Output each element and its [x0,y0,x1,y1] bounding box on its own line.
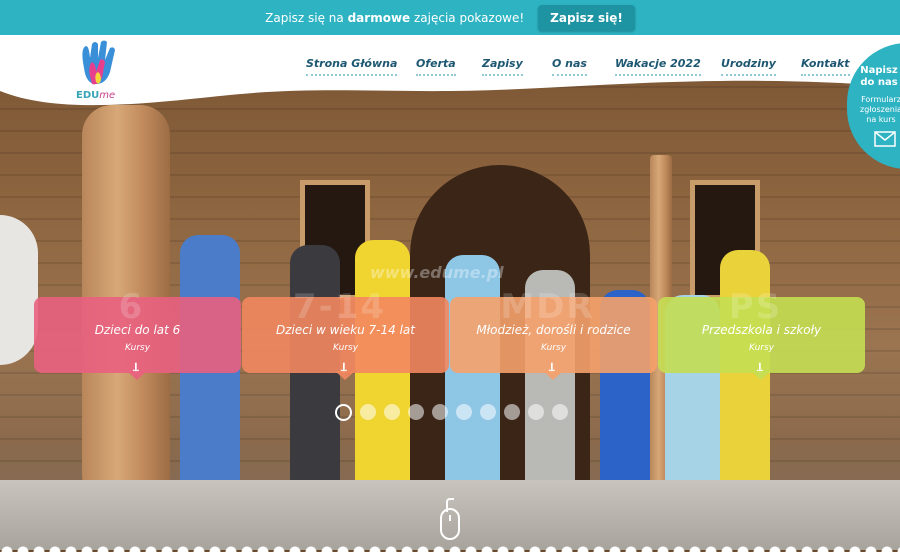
contact-tab-subtitle: Formularz zgłoszenia na kurs [860,95,900,124]
card-notch [543,371,563,380]
card-schools[interactable]: PS Przedszkola i szkoły Kursy ↓ [658,287,865,380]
card-kids-under-6[interactable]: 6 Dzieci do lat 6 Kursy ↓ [34,287,241,380]
logo-main-text: EDU [76,90,100,101]
nav-about[interactable]: O nas [552,57,587,76]
card-bg-text: MDR [500,287,595,327]
promo-bar: Zapisz się na darmowe zajęcia pokazowe! … [0,0,900,35]
contact-tab-title: Napisz do nas [860,65,898,88]
card-notch [335,371,355,380]
card-notch [127,371,147,380]
card-title: Młodzież, dorośli i rodzice [476,323,631,337]
slider-dot[interactable] [432,404,448,420]
card-kids-7-14[interactable]: 7-14 Dzieci w wieku 7-14 lat Kursy ↓ [242,287,449,380]
slider-dot[interactable] [528,404,544,420]
slider-dot[interactable] [480,404,496,420]
watermark: www.edume.pl [370,263,504,282]
card-notch [751,371,771,380]
promo-suffix: zajęcia pokazowe! [414,10,525,25]
card-bg-text: PS [728,287,783,327]
scroll-down-mouse-icon[interactable] [440,508,460,540]
bottom-scallop [0,540,900,552]
card-youth-adults[interactable]: MDR Młodzież, dorośli i rodzice Kursy ↓ [450,287,657,380]
promo-prefix: Zapisz się na [265,10,344,25]
card-title: Przedszkola i szkoły [701,323,822,337]
nav-signups[interactable]: Zapisy [482,57,523,76]
card-subtitle: Kursy [124,343,151,353]
slider-dot[interactable] [335,404,352,421]
card-title: Dzieci do lat 6 [94,323,181,337]
card-bg-text: 7-14 [292,287,387,327]
nav-birthdays[interactable]: Urodziny [721,57,776,76]
card-subtitle: Kursy [540,343,567,353]
slider-dots [335,404,568,421]
card-subtitle: Kursy [332,343,359,353]
signup-button[interactable]: Zapisz się! [538,4,635,31]
slider-dot[interactable] [552,404,568,420]
logo-accent-text: me [99,90,116,101]
nav-summer-2022[interactable]: Wakacje 2022 [615,57,701,76]
promo-bold: darmowe [347,10,411,25]
nav-offer[interactable]: Oferta [416,57,456,76]
slider-dot[interactable] [456,404,472,420]
envelope-icon [874,131,896,147]
slider-dot[interactable] [360,404,376,420]
slider-dot[interactable] [504,404,520,420]
slider-dot[interactable] [408,404,424,420]
logo-wordmark[interactable]: EDUme [76,90,115,101]
nav-home[interactable]: Strona Główna [306,57,398,76]
nav-contact[interactable]: Kontakt [801,57,850,76]
card-title: Dzieci w wieku 7-14 lat [276,323,415,337]
card-subtitle: Kursy [748,343,775,353]
promo-text: Zapisz się na darmowe zajęcia pokazowe! [265,11,524,25]
card-bg-text: 6 [118,287,145,327]
slider-dot[interactable] [384,404,400,420]
